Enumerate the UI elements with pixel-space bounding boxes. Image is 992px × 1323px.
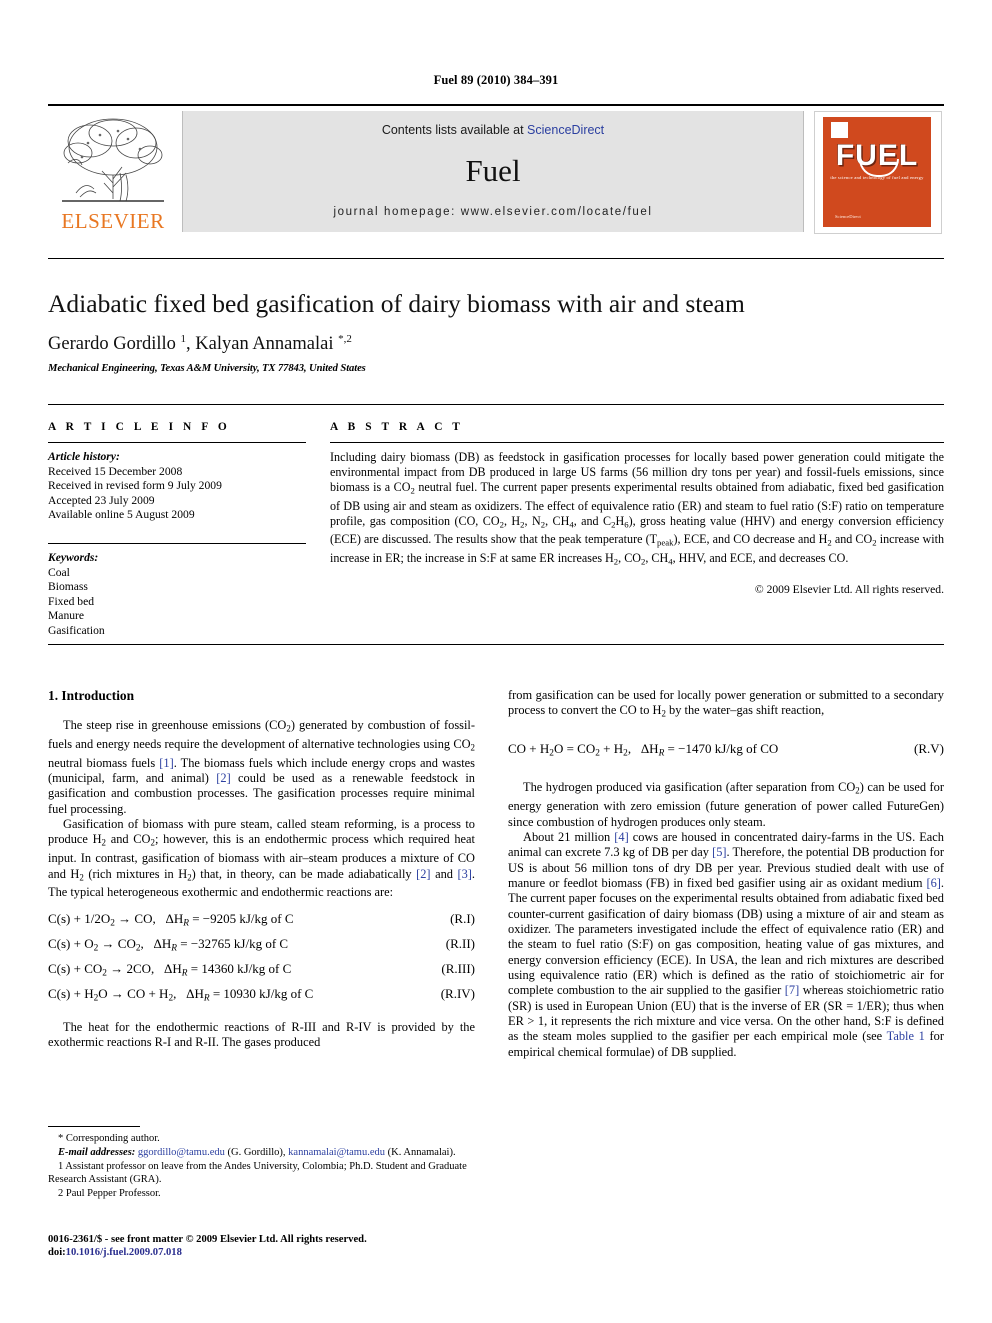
reaction-tag: (R.II) xyxy=(445,935,475,951)
abstract-top-divider xyxy=(48,404,944,405)
keywords-label: Keywords: xyxy=(48,550,99,564)
reaction-formula: CO + H2O = CO2 + H2, ΔHR = −1470 kJ/kg o… xyxy=(508,741,779,759)
reaction-equation: C(s) + O2 → CO2, ΔHR = −32765 kJ/kg of C… xyxy=(48,934,475,959)
article-history-block: Article history: Received 15 December 20… xyxy=(48,450,306,523)
journal-banner: Contents lists available at ScienceDirec… xyxy=(182,111,804,232)
paragraph: The steep rise in greenhouse emissions (… xyxy=(48,718,476,816)
reaction-formula: C(s) + 1/2O2 → CO, ΔHR = −9205 kJ/kg of … xyxy=(48,910,294,929)
abstract-column: A B S T R A C T Including dairy biomass … xyxy=(330,421,944,596)
paragraph: from gasification can be used for locall… xyxy=(508,688,944,719)
page-title: Adiabatic fixed bed gasification of dair… xyxy=(48,289,745,318)
history-item: Available online 5 August 2009 xyxy=(48,508,195,522)
email-link-gordillo[interactable]: ggordillo@tamu.edu xyxy=(138,1147,225,1158)
doi-line: doi:10.1016/j.fuel.2009.07.018 xyxy=(48,1246,508,1259)
reaction-tag: (R.IV) xyxy=(440,986,475,1002)
article-info-rule xyxy=(48,442,306,443)
paragraph: The hydrogen produced via gasification (… xyxy=(508,780,944,829)
paragraph: Gasification of biomass with pure steam,… xyxy=(48,817,476,900)
footnote-note-2: 2 Paul Pepper Professor. xyxy=(58,1188,161,1200)
history-item: Received in revised form 9 July 2009 xyxy=(48,479,222,493)
abstract-text: Including dairy biomass (DB) as feedstoc… xyxy=(330,450,945,567)
reaction-formula: C(s) + H2O → CO + H2, ΔHR = 10930 kJ/kg … xyxy=(48,986,314,1004)
affiliation: Mechanical Engineering, Texas A&M Univer… xyxy=(48,363,366,374)
sciencedirect-link[interactable]: ScienceDirect xyxy=(527,123,604,137)
keyword-item: Fixed bed xyxy=(48,594,95,608)
article-history-label: Article history: xyxy=(48,450,120,463)
cover-elsevier-icon xyxy=(831,122,848,138)
paragraph: The heat for the endothermic reactions o… xyxy=(48,1019,475,1049)
footnote-divider xyxy=(48,1126,140,1127)
cover-footer: ScienceDirect xyxy=(835,214,861,219)
section-heading-introduction: 1. Introduction xyxy=(48,688,135,703)
reaction-equation: CO + H2O = CO2 + H2, ΔHR = −1470 kJ/kg o… xyxy=(508,739,944,764)
email-label: E-mail addresses: xyxy=(58,1147,136,1159)
abstract-copyright: © 2009 Elsevier Ltd. All rights reserved… xyxy=(754,583,944,597)
article-info-heading: A R T I C L E I N F O xyxy=(48,421,231,433)
email-owner-gordillo: (G. Gordillo), xyxy=(227,1147,286,1159)
article-info-column: A R T I C L E I N F O Article history: R… xyxy=(48,421,306,639)
cover-subtitle: the science and technology of fuel and e… xyxy=(830,175,924,180)
keyword-item: Biomass xyxy=(48,580,88,594)
running-head: Fuel 89 (2010) 384–391 xyxy=(433,73,559,87)
abstract-bottom-divider xyxy=(48,644,944,645)
journal-homepage-link[interactable]: journal homepage: www.elsevier.com/locat… xyxy=(183,206,803,218)
paragraph: About 21 million [4] cows are housed in … xyxy=(508,829,944,1059)
contents-lists-line: Contents lists available at ScienceDirec… xyxy=(183,123,803,137)
footnote-emails: E-mail addresses: ggordillo@tamu.edu (G.… xyxy=(48,1146,475,1159)
history-item: Accepted 23 July 2009 xyxy=(48,493,155,507)
doi-label: doi: xyxy=(48,1247,66,1259)
keyword-item: Manure xyxy=(48,609,85,623)
journal-masthead: ELSEVIER Contents lists available at Sci… xyxy=(48,104,944,234)
issn-front-matter: 0016-2361/$ - see front matter © 2009 El… xyxy=(48,1234,367,1245)
email-link-annamalai[interactable]: kannamalai@tamu.edu xyxy=(288,1147,385,1158)
elsevier-logo: ELSEVIER xyxy=(52,113,174,233)
keywords-rule xyxy=(48,542,306,544)
reaction-formula: C(s) + O2 → CO2, ΔHR = −32765 kJ/kg of C xyxy=(48,935,289,954)
body-column-right: from gasification can be used for locall… xyxy=(508,688,944,1060)
title-divider xyxy=(48,258,944,259)
journal-cover-image: FUEL the science and technology of fuel … xyxy=(814,111,942,234)
elsevier-wordmark: ELSEVIER xyxy=(61,209,165,233)
abstract-rule xyxy=(330,442,944,443)
imprint-block: 0016-2361/$ - see front matter © 2009 El… xyxy=(48,1233,508,1259)
paper-page: Fuel 89 (2010) 384–391 ELSEVIER Contents… xyxy=(0,0,992,1323)
reaction-formula: C(s) + CO2 → 2CO, ΔHR = 14360 kJ/kg of C xyxy=(48,961,292,979)
body-column-left: 1. Introduction The steep rise in greenh… xyxy=(48,688,475,1050)
keyword-item: Coal xyxy=(48,565,70,579)
reaction-tag: (R.I) xyxy=(450,910,475,926)
reaction-equation: C(s) + 1/2O2 → CO, ΔHR = −9205 kJ/kg of … xyxy=(48,909,475,934)
footnote-corresponding-author: * Corresponding author. xyxy=(58,1133,160,1144)
keyword-item: Gasification xyxy=(48,623,105,637)
abstract-heading: A B S T R A C T xyxy=(330,421,464,433)
journal-title: Fuel xyxy=(465,153,521,188)
reaction-tag: (R.V) xyxy=(914,741,944,757)
reaction-equation: C(s) + CO2 → 2CO, ΔHR = 14360 kJ/kg of C… xyxy=(48,959,475,984)
contents-lists-text: Contents lists available at xyxy=(381,123,528,137)
doi-link[interactable]: 10.1016/j.fuel.2009.07.018 xyxy=(66,1247,182,1258)
reaction-equation: C(s) + H2O → CO + H2, ΔHR = 10930 kJ/kg … xyxy=(48,984,475,1009)
reaction-equation-list: C(s) + 1/2O2 → CO, ΔHR = −9205 kJ/kg of … xyxy=(48,909,475,1010)
keywords-block: Keywords: Coal Biomass Fixed bed Manure … xyxy=(48,551,306,639)
footnote-block: * Corresponding author. E-mail addresses… xyxy=(48,1132,475,1201)
elsevier-tree-icon xyxy=(62,118,164,202)
footnote-note-1: 1 Assistant professor on leave from the … xyxy=(48,1161,467,1186)
email-owner-annamalai: (K. Annamalai). xyxy=(387,1147,456,1159)
reaction-tag: (R.III) xyxy=(441,961,475,977)
history-item: Received 15 December 2008 xyxy=(48,464,183,478)
author-list: Gerardo Gordillo 1, Kalyan Annamalai *,2 xyxy=(48,333,352,355)
